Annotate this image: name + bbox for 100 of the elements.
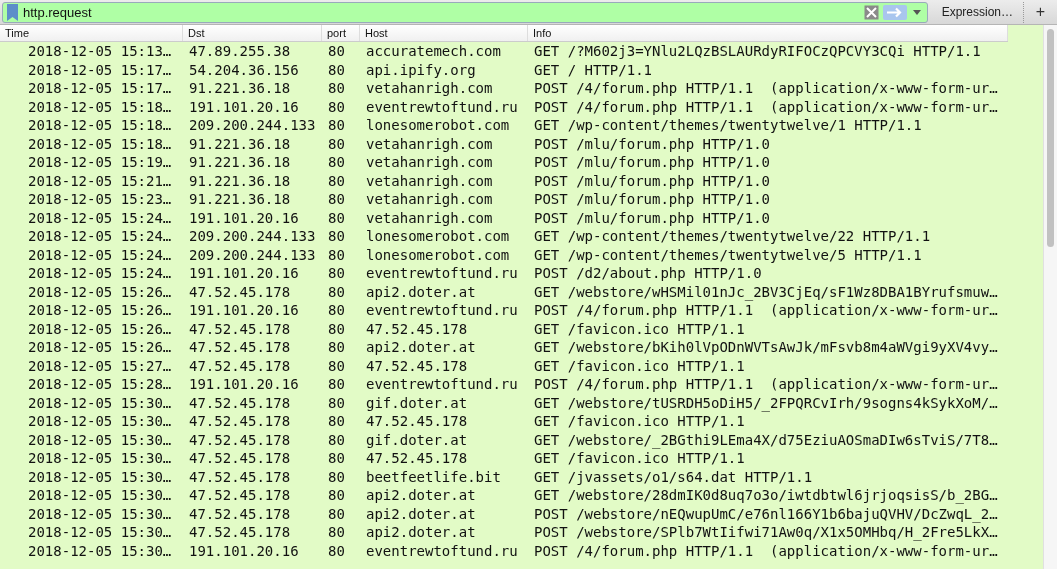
table-cell-text: 80 — [327, 60, 346, 79]
table-cell-text: POST /mlu/forum.php HTTP/1.0 — [533, 208, 771, 227]
table-cell-text: 2018-12-05 15:18… — [27, 97, 173, 116]
dropdown-caret-icon[interactable] — [912, 9, 921, 15]
table-cell-text: GET /wp-content/themes/twentytwelve/22 HTTP/1.1 — [533, 227, 932, 246]
table-cell-text: POST /4/forum.php HTTP/1.1 (application/x-www-form-ur… — [533, 541, 999, 560]
table-cell-text: POST /mlu/forum.php HTTP/1.0 — [533, 190, 771, 209]
bookmark-icon[interactable] — [6, 3, 19, 21]
table-cell-text: 209.200.244.133 — [188, 245, 317, 264]
table-cell-text: 80 — [327, 412, 346, 431]
table-cell-text: 2018-12-05 15:30… — [27, 412, 173, 431]
table-cell-text: 2018-12-05 15:13… — [27, 42, 173, 61]
table-cell-text: api2.doter.at — [365, 486, 477, 505]
table-cell-text: eventrewtoftund.ru — [365, 375, 519, 394]
table-cell-text: api2.doter.at — [365, 338, 477, 357]
column-header[interactable]: port — [322, 25, 360, 41]
table-cell-text: 209.200.244.133 — [188, 116, 317, 135]
table-cell-text: 2018-12-05 15:26… — [27, 301, 173, 320]
table-cell-text: 47.52.45.178 — [188, 467, 292, 486]
table-cell-text: POST /4/forum.php HTTP/1.1 (application/x-www-form-ur… — [533, 97, 999, 116]
table-cell-text: GET /webstore/_2BGthi9LEma4X/d75EziuAOSmaDIw6sTviS/7T8… — [533, 430, 999, 449]
table-cell-text: 80 — [327, 523, 346, 542]
table-cell-text: 80 — [327, 356, 346, 375]
table-cell-text: POST /4/forum.php HTTP/1.1 (application/x-www-form-ur… — [533, 301, 999, 320]
table-cell-text: 2018-12-05 15:26… — [27, 282, 173, 301]
table-cell-text: lonesomerobot.com — [365, 227, 511, 246]
table-cell-text: 2018-12-05 15:24… — [27, 208, 173, 227]
table-cell-text: 191.101.20.16 — [188, 208, 300, 227]
table-cell-text: 47.52.45.178 — [365, 356, 469, 375]
table-cell-text: 80 — [327, 301, 346, 320]
table-cell-text: 2018-12-05 15:28… — [27, 375, 173, 394]
table-cell-text: POST /4/forum.php HTTP/1.1 (application/x-www-form-ur… — [533, 79, 999, 98]
table-cell-text: 2018-12-05 15:30… — [27, 523, 173, 542]
table-cell-text: POST /mlu/forum.php HTTP/1.0 — [533, 134, 771, 153]
table-cell-text: POST /mlu/forum.php HTTP/1.0 — [533, 171, 771, 190]
table-cell-text: eventrewtoftund.ru — [365, 301, 519, 320]
table-cell-text: 91.221.36.18 — [188, 190, 292, 209]
table-cell-text: 191.101.20.16 — [188, 301, 300, 320]
table-cell-text: 47.89.255.38 — [188, 42, 292, 61]
table-cell-text: gif.doter.at — [365, 430, 469, 449]
table-cell-text: 2018-12-05 15:18… — [27, 134, 173, 153]
column-header[interactable]: Dst — [183, 25, 322, 41]
table-cell-text: 80 — [327, 190, 346, 209]
table-cell-text: 47.52.45.178 — [365, 412, 469, 431]
table-cell-text: 80 — [327, 375, 346, 394]
table-cell-text: 47.52.45.178 — [188, 356, 292, 375]
table-cell-text: 80 — [327, 504, 346, 523]
table-cell-text: 80 — [327, 319, 346, 338]
scrollbar-thumb[interactable] — [1047, 29, 1054, 247]
table-cell-text: 80 — [327, 264, 346, 283]
filter-field[interactable]: http.request — [2, 1, 928, 23]
table-cell-text: api2.doter.at — [365, 504, 477, 523]
table-cell-text: 80 — [327, 449, 346, 468]
table-cell-text: eventrewtoftund.ru — [365, 264, 519, 283]
table-cell-text: 47.52.45.178 — [188, 430, 292, 449]
table-cell-text: 2018-12-05 15:24… — [27, 245, 173, 264]
table-cell-text: api.ipify.org — [365, 60, 477, 79]
table-cell-text: 80 — [327, 430, 346, 449]
table-cell-text: 80 — [327, 541, 346, 560]
table-cell-text: 80 — [327, 227, 346, 246]
table-cell-text: 80 — [327, 467, 346, 486]
table-cell-text: 80 — [327, 79, 346, 98]
table-cell-text: 80 — [327, 97, 346, 116]
table-cell-text: GET /webstore/wHSMil01nJc_2BV3CjEq/sF1Wz8DBA1BYrufsmuw… — [533, 282, 999, 301]
expression-button[interactable]: Expression… — [927, 1, 1023, 23]
table-cell-text: 191.101.20.16 — [188, 541, 300, 560]
table-cell-text: vetahanrigh.com — [365, 208, 494, 227]
table-cell-text: 80 — [327, 208, 346, 227]
table-cell-text: 2018-12-05 15:23… — [27, 190, 173, 209]
table-cell-text: POST /webstore/nEQwupUmC/e76nl166Y1b6bajuQVHV/DcZwqL_2… — [533, 504, 999, 523]
table-cell-text: 2018-12-05 15:30… — [27, 393, 173, 412]
table-cell-text: GET /favicon.ico HTTP/1.1 — [533, 449, 746, 468]
table-cell-text: 191.101.20.16 — [188, 264, 300, 283]
table-cell-text: 80 — [327, 42, 346, 61]
table-cell-text: 80 — [327, 282, 346, 301]
table-cell-text: GET /webstore/bKih0lVpODnWVTsAwJk/mFsvb8m4aWVgi9yXV4vy… — [533, 338, 999, 357]
table-cell-text: 2018-12-05 15:30… — [27, 430, 173, 449]
add-button[interactable]: + — [1023, 1, 1057, 23]
table-cell-text: gif.doter.at — [365, 393, 469, 412]
table-cell-text: 80 — [327, 245, 346, 264]
column-header[interactable]: Host — [360, 25, 528, 41]
table-cell-text: 80 — [327, 153, 346, 172]
column-header[interactable]: Time — [0, 25, 183, 41]
table-cell-text: 47.52.45.178 — [188, 412, 292, 431]
table-cell-text: 47.52.45.178 — [188, 449, 292, 468]
table-cell-text: GET /wp-content/themes/twentytwelve/5 HTTP/1.1 — [533, 245, 923, 264]
table-cell-text: 2018-12-05 15:24… — [27, 227, 173, 246]
table-cell-text: 191.101.20.16 — [188, 97, 300, 116]
table-cell-text: 2018-12-05 15:17… — [27, 60, 173, 79]
table-cell-text: 2018-12-05 15:30… — [27, 467, 173, 486]
clear-icon[interactable] — [863, 4, 879, 20]
column-header[interactable]: Info — [528, 25, 1008, 41]
table-cell-text: GET /webstore/tUSRDH5oDiH5/_2FPQRCvIrh/9sogns4kSykXoM/… — [533, 393, 999, 412]
table-cell-text: 2018-12-05 15:30… — [27, 504, 173, 523]
table-cell-text: 2018-12-05 15:30… — [27, 541, 173, 560]
table-cell-text: 47.52.45.178 — [188, 319, 292, 338]
table-cell-text: 91.221.36.18 — [188, 79, 292, 98]
table-cell-text: vetahanrigh.com — [365, 171, 494, 190]
table-cell-text: 91.221.36.18 — [188, 153, 292, 172]
table-cell-text: GET /favicon.ico HTTP/1.1 — [533, 319, 746, 338]
